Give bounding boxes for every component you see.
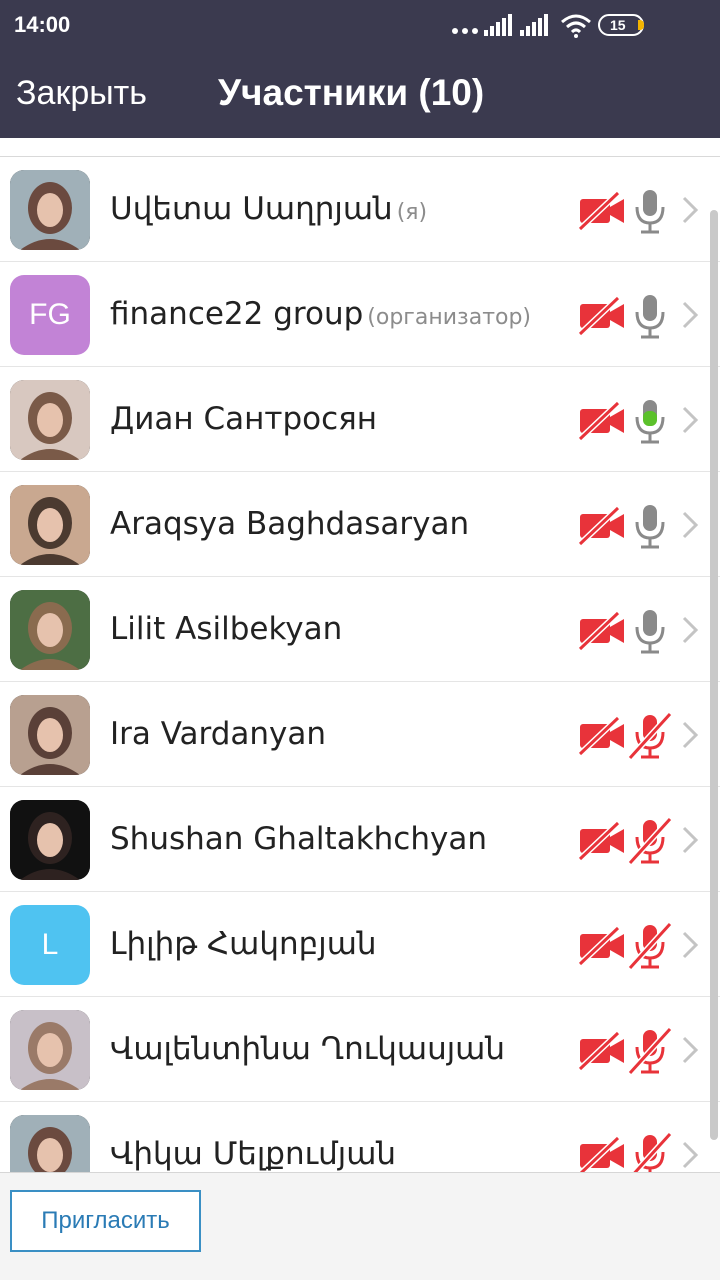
participant-name-text: Диан Сантросян [110, 401, 378, 437]
video-off-icon [577, 610, 626, 652]
participant-name: Սվետա Սաղրյան (я) [110, 191, 427, 227]
mic-icon [628, 607, 672, 655]
wifi-icon [561, 14, 591, 38]
chevron-right-icon[interactable] [680, 195, 700, 225]
participant-name: Լիլիթ Հակոբյան [110, 926, 377, 962]
mic-muted-icon [627, 1026, 673, 1076]
participant-row[interactable]: Araqsya Baghdasaryan [0, 472, 720, 577]
participant-name-text: finance22 group [110, 296, 364, 332]
signal-icon [520, 14, 548, 36]
participant-row[interactable]: Վիկա Մելքումյան [0, 1102, 720, 1172]
participant-name: Shushan Ghaltakhchyan [110, 821, 487, 857]
mic-icon [628, 397, 672, 445]
chevron-right-icon[interactable] [680, 825, 700, 855]
participant-name: Վալենտինա Ղուկասյան [110, 1031, 505, 1067]
participant-row[interactable]: Սվետա Սաղրյան (я) [0, 157, 720, 262]
participant-name-text: Վալենտինա Ղուկասյան [110, 1031, 506, 1067]
participant-row[interactable]: L Լիլիթ Հակոբյան [0, 892, 720, 997]
chevron-right-icon[interactable] [680, 405, 700, 435]
participant-row[interactable]: Lilit Asilbekyan [0, 577, 720, 682]
signal-icon [484, 14, 512, 36]
avatar [10, 1115, 90, 1172]
avatar [10, 380, 90, 460]
footer-bar: Пригласить [0, 1172, 720, 1280]
video-off-icon [577, 715, 626, 757]
avatar [10, 800, 90, 880]
status-time: 14:00 [14, 12, 71, 37]
video-off-icon [577, 925, 626, 967]
participants-list[interactable]: Սվետա Սաղրյան (я) FG finance22 group (органи… [0, 157, 720, 1172]
list-divider [0, 138, 720, 157]
participant-name: Վիկա Մելքումյան [110, 1136, 396, 1172]
participant-name-text: Լիլիթ Հակոբյան [110, 926, 377, 962]
participant-name-text: Shushan Ghaltakhchyan [110, 821, 487, 857]
mic-muted-icon [627, 816, 673, 866]
mic-muted-icon [628, 1131, 673, 1172]
chevron-right-icon[interactable] [680, 1035, 700, 1065]
dots-icon [452, 28, 478, 34]
video-off-icon [577, 820, 626, 862]
video-off-icon [577, 1030, 626, 1072]
avatar [10, 1010, 90, 1090]
avatar [10, 590, 90, 670]
participant-name: Araqsya Baghdasaryan [110, 506, 469, 542]
close-button[interactable]: Закрыть [16, 74, 147, 113]
video-off-icon [577, 295, 626, 337]
participant-name-text: Araqsya Baghdasaryan [110, 506, 470, 542]
participant-row[interactable]: Shushan Ghaltakhchyan [0, 787, 720, 892]
chevron-right-icon[interactable] [680, 1140, 700, 1170]
participant-name-text: Lilit Asilbekyan [110, 611, 343, 647]
participant-name-text: Վիկա Մելքումյան [110, 1136, 397, 1172]
participant-role-tag: (я) [396, 200, 428, 225]
mic-muted-icon [627, 921, 673, 971]
participant-name-text: Ira Vardanyan [110, 716, 327, 752]
page-title: Участники (10) [218, 72, 485, 113]
mic-icon [628, 187, 672, 235]
status-bar: 14:00 15 [0, 0, 720, 52]
participant-name: Ira Vardanyan [110, 716, 326, 752]
header-bar: Закрыть Участники (10) [0, 52, 720, 138]
mic-icon [628, 292, 672, 340]
participant-row[interactable]: Ira Vardanyan [0, 682, 720, 787]
participant-row[interactable]: Վալենտինա Ղուկասյան [0, 997, 720, 1102]
chevron-right-icon[interactable] [680, 930, 700, 960]
scrollbar[interactable] [710, 210, 718, 1140]
battery-level: 15 [610, 17, 626, 33]
avatar [10, 170, 90, 250]
mic-muted-icon [627, 711, 673, 761]
mic-icon [628, 502, 672, 550]
participant-name: Диан Сантросян [110, 401, 377, 437]
participant-row[interactable]: Диан Сантросян [0, 367, 720, 472]
chevron-right-icon[interactable] [680, 510, 700, 540]
battery-icon: 15 [598, 14, 644, 36]
video-off-icon [577, 505, 626, 547]
participant-name-text: Սվետա Սաղրյան [110, 191, 393, 227]
video-off-icon [577, 400, 626, 442]
participant-name: finance22 group (организатор) [110, 296, 531, 332]
video-off-icon [577, 1135, 626, 1172]
participant-role-tag: (организатор) [367, 305, 532, 330]
avatar: FG [10, 275, 90, 355]
chevron-right-icon[interactable] [680, 720, 700, 750]
status-icons: 15 [448, 12, 708, 40]
chevron-right-icon[interactable] [680, 615, 700, 645]
avatar [10, 485, 90, 565]
video-off-icon [577, 190, 626, 232]
invite-button[interactable]: Пригласить [10, 1190, 201, 1252]
chevron-right-icon[interactable] [680, 300, 700, 330]
participant-row[interactable]: FG finance22 group (организатор) [0, 262, 720, 367]
avatar [10, 695, 90, 775]
participant-name: Lilit Asilbekyan [110, 611, 342, 647]
avatar: L [10, 905, 90, 985]
